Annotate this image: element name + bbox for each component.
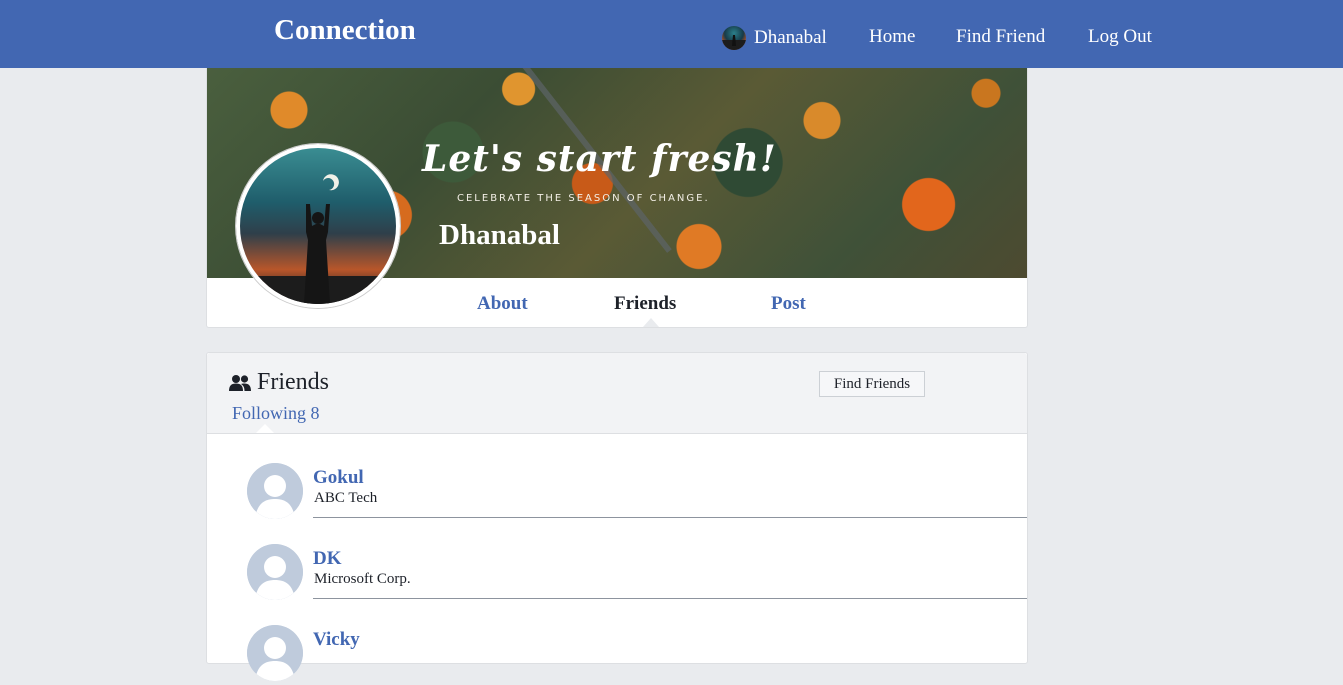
top-navbar: Connection Dhanabal Home Find Friend Log… [0, 0, 1343, 68]
nav-home-link[interactable]: Home [869, 26, 915, 48]
divider [313, 517, 1027, 518]
profile-card: Let's start fresh! CELEBRATE THE SEASON … [206, 68, 1028, 328]
default-avatar-icon[interactable] [247, 463, 303, 519]
friend-name[interactable]: DK [313, 548, 342, 570]
find-friends-button[interactable]: Find Friends [819, 371, 925, 397]
profile-avatar[interactable] [236, 144, 400, 308]
divider [313, 598, 1027, 599]
tab-post[interactable]: Post [771, 293, 806, 315]
brand-logo[interactable]: Connection [274, 14, 416, 47]
following-count-tab[interactable]: Following 8 [232, 403, 320, 424]
tab-friends[interactable]: Friends [614, 293, 676, 315]
nav-user-profile[interactable]: Dhanabal [722, 26, 827, 50]
friends-panel: Friends Following 8 Find Friends Gokul A… [206, 352, 1028, 681]
cover-subtitle: CELEBRATE THE SEASON OF CHANGE. [457, 193, 710, 204]
following-tab-indicator [256, 424, 274, 433]
friends-title: Friends [229, 369, 329, 396]
moon-icon [323, 174, 339, 191]
profile-name: Dhanabal [439, 219, 560, 251]
nav-logout-link[interactable]: Log Out [1088, 26, 1152, 48]
friend-company: Microsoft Corp. [314, 571, 411, 587]
friend-list-item[interactable]: DK Microsoft Corp. [247, 544, 1027, 604]
tab-about[interactable]: About [477, 293, 528, 315]
friend-list-item[interactable]: Vicky [247, 625, 1027, 685]
default-avatar-icon[interactable] [247, 544, 303, 600]
friend-name[interactable]: Vicky [313, 629, 360, 651]
default-avatar-icon[interactable] [247, 625, 303, 681]
friend-company: ABC Tech [314, 490, 378, 506]
nav-find-friend-link[interactable]: Find Friend [956, 26, 1045, 48]
friends-header: Friends Following 8 Find Friends [207, 353, 1027, 434]
friends-icon [229, 374, 251, 391]
friend-name[interactable]: Gokul [313, 467, 364, 489]
friends-title-label: Friends [257, 369, 329, 395]
active-tab-indicator [643, 318, 659, 327]
nav-user-name: Dhanabal [754, 27, 827, 48]
friend-list-item[interactable]: Gokul ABC Tech [247, 463, 1027, 523]
cover-headline: Let's start fresh! [422, 138, 777, 180]
user-avatar [722, 26, 746, 50]
